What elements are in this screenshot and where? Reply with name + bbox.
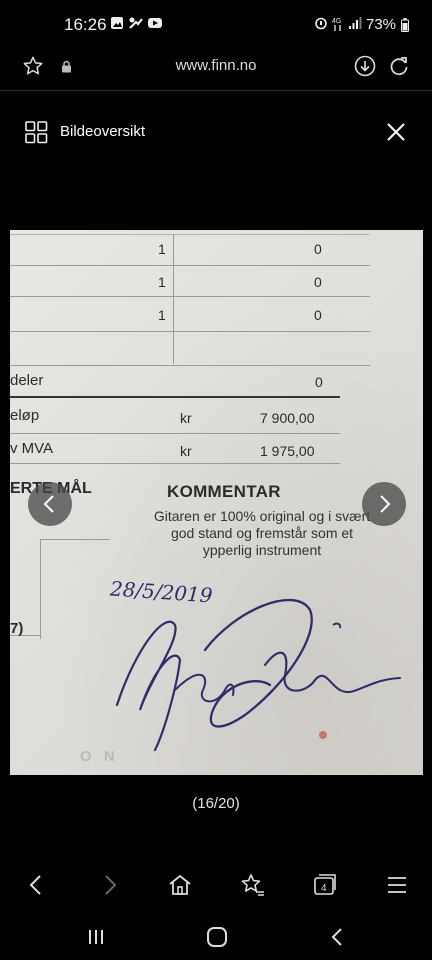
table-row-qty: 1 bbox=[158, 307, 166, 323]
table-line bbox=[10, 331, 370, 332]
table-line bbox=[10, 396, 340, 398]
table-line bbox=[10, 433, 340, 434]
image-counter: (16/20) bbox=[192, 795, 240, 812]
next-image-button[interactable] bbox=[362, 482, 406, 526]
call-notification-icon bbox=[129, 17, 143, 29]
belop-value: 7 900,00 bbox=[260, 410, 315, 426]
system-back-icon[interactable] bbox=[328, 927, 348, 947]
browser-toolbar: 4 bbox=[0, 862, 432, 908]
viewer-header: Bildeoversikt bbox=[0, 110, 432, 154]
table-line bbox=[10, 296, 370, 297]
table-line bbox=[40, 539, 110, 540]
table-row-qty: 1 bbox=[158, 241, 166, 257]
table-line bbox=[10, 463, 340, 464]
table-row-value: 0 bbox=[314, 307, 322, 323]
table-line bbox=[10, 365, 370, 366]
kommentar-heading: KOMMENTAR bbox=[167, 482, 281, 501]
chevron-left-icon bbox=[43, 495, 54, 513]
svg-text:4: 4 bbox=[321, 883, 327, 894]
mva-value: 1 975,00 bbox=[260, 443, 315, 459]
table-row-qty: 1 bbox=[158, 274, 166, 290]
belop-currency: kr bbox=[180, 410, 192, 426]
home-button-icon[interactable] bbox=[206, 926, 228, 948]
youtube-notification-icon bbox=[148, 18, 162, 28]
table-line bbox=[40, 539, 41, 639]
mva-label: v MVA bbox=[10, 440, 54, 457]
viewer-title: Bildeoversikt bbox=[60, 123, 146, 140]
status-bar: 16:26 4G 73% bbox=[0, 0, 432, 46]
mva-currency: kr bbox=[180, 443, 192, 459]
previous-image-button[interactable] bbox=[28, 482, 72, 526]
divider bbox=[0, 90, 432, 91]
deler-label: deler bbox=[10, 372, 44, 389]
signature bbox=[115, 598, 402, 752]
tabs-icon[interactable]: 4 bbox=[312, 872, 338, 898]
recent-apps-icon[interactable] bbox=[86, 927, 106, 947]
table-line bbox=[10, 234, 370, 235]
status-time: 16:26 bbox=[64, 15, 107, 34]
table-row-value: 0 bbox=[314, 241, 322, 257]
home-icon[interactable] bbox=[167, 872, 193, 898]
grid-icon[interactable] bbox=[25, 121, 48, 144]
gallery-notification-icon bbox=[111, 17, 123, 29]
chevron-right-icon bbox=[380, 495, 391, 513]
menu-icon[interactable] bbox=[384, 872, 410, 898]
side-mark: 7) bbox=[10, 620, 24, 637]
network-4g-icon: 4G bbox=[332, 18, 341, 31]
back-icon[interactable] bbox=[24, 872, 50, 898]
svg-text:4G: 4G bbox=[332, 18, 341, 25]
forward-icon[interactable] bbox=[96, 872, 122, 898]
table-line bbox=[10, 265, 370, 266]
signal-icon bbox=[349, 17, 362, 29]
reload-icon[interactable] bbox=[388, 55, 410, 77]
alarm-icon bbox=[315, 17, 327, 30]
download-icon[interactable] bbox=[354, 55, 376, 77]
browser-url-bar: www.finn.no bbox=[0, 46, 432, 90]
close-icon[interactable] bbox=[386, 122, 406, 142]
comment-text: Gitaren er 100% original og i svært god … bbox=[153, 508, 371, 558]
belop-label: eløp bbox=[10, 407, 40, 424]
battery-percent: 73% bbox=[366, 16, 397, 33]
table-line bbox=[173, 234, 174, 364]
system-navigation-bar bbox=[0, 915, 432, 960]
table-row-value: 0 bbox=[314, 274, 322, 290]
bookmarks-icon[interactable] bbox=[240, 872, 266, 898]
deler-value: 0 bbox=[315, 374, 323, 390]
battery-icon bbox=[401, 18, 409, 32]
